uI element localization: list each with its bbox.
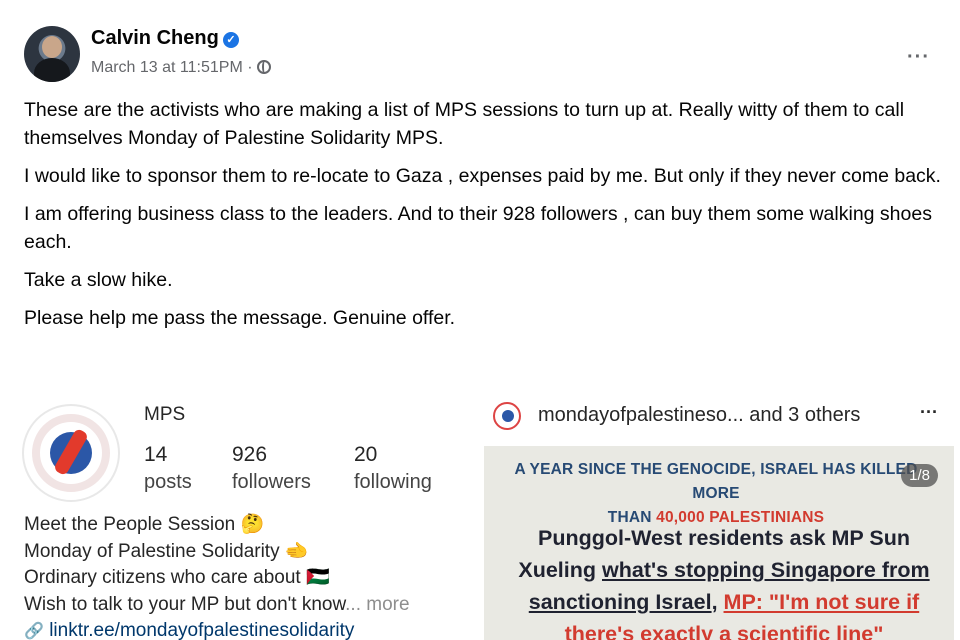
- ig-followers-stat: 926 followers: [232, 442, 311, 496]
- post-header: Calvin Cheng ✓ March 13 at 11:51PM · ···: [24, 26, 934, 86]
- more-icon[interactable]: ···: [907, 47, 930, 67]
- following-label: following: [354, 471, 432, 493]
- ig-bio: Meet the People Session 🤔 Monday of Pale…: [24, 512, 474, 640]
- post-paragraph: Take a slow hike.: [24, 269, 173, 291]
- author-avatar[interactable]: [24, 26, 80, 82]
- verified-icon: ✓: [223, 32, 239, 48]
- ig-profile-screenshot[interactable]: MPS 14 posts 926 followers 20 following …: [6, 376, 476, 640]
- post-paragraph: Please help me pass the message. Genuine…: [24, 307, 456, 329]
- post-card: Calvin Cheng ✓ March 13 at 11:51PM · ···…: [6, 10, 954, 640]
- mps-logo: [22, 404, 120, 502]
- ig-post-screenshot[interactable]: mondayofpalestineso... and 3 others ··· …: [481, 376, 954, 640]
- globe-icon: [256, 60, 271, 74]
- post-body: These are the activists who are making a…: [24, 96, 944, 342]
- post-timestamp[interactable]: March 13 at 11:51PM ·: [91, 59, 271, 77]
- ig-user-avatar: [493, 402, 521, 430]
- followers-label: followers: [232, 471, 311, 493]
- post-paragraph: I would like to sponsor them to re-locat…: [24, 165, 941, 187]
- ig-posts-stat: 14 posts: [144, 442, 192, 496]
- ig-following-stat: 20 following: [354, 442, 432, 496]
- ig-post-header: mondayofpalestineso... and 3 others ···: [481, 398, 954, 434]
- carousel-counter: 1/8: [901, 464, 938, 487]
- bio-line: Monday of Palestine Solidarity 🫲: [24, 540, 309, 562]
- ig-post-image: A YEAR SINCE THE GENOCIDE, ISRAEL HAS KI…: [484, 446, 954, 640]
- following-count: 20: [354, 443, 378, 466]
- ig-more-icon: ···: [920, 402, 938, 422]
- post-attachments: MPS 14 posts 926 followers 20 following …: [6, 376, 954, 640]
- posts-label: posts: [144, 471, 192, 493]
- poster-title: Punggol-West residents ask MP Sun Xuelin…: [518, 526, 930, 640]
- posts-count: 14: [144, 443, 168, 466]
- link-icon: 🔗: [24, 623, 44, 640]
- bio-line: Wish to talk to your MP but don't know..…: [24, 593, 410, 615]
- ig-profile-name: MPS: [144, 404, 186, 425]
- poster-headline: A YEAR SINCE THE GENOCIDE, ISRAEL HAS KI…: [514, 461, 918, 526]
- author-name[interactable]: Calvin Cheng: [91, 27, 219, 50]
- ig-post-user: mondayofpalestineso... and 3 others: [538, 404, 861, 426]
- post-paragraph: These are the activists who are making a…: [24, 99, 905, 149]
- bio-link: linktr.ee/mondayofpalestinesolidarity: [49, 620, 355, 640]
- followers-count: 926: [232, 443, 268, 466]
- bio-line: Ordinary citizens who care about 🇵🇸: [24, 567, 330, 588]
- bio-line: Meet the People Session 🤔: [24, 514, 265, 535]
- bio-more-link: ... more: [345, 593, 410, 615]
- bio-link-row: 🔗 linktr.ee/mondayofpalestinesolidarity: [24, 618, 474, 640]
- post-paragraph: I am offering business class to the lead…: [24, 203, 932, 253]
